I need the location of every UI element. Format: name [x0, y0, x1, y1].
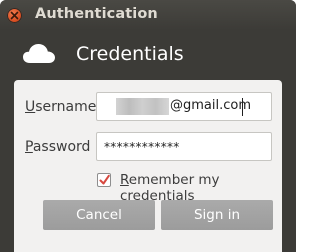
- close-icon: [10, 11, 19, 20]
- username-input[interactable]: @gmail.com: [96, 92, 272, 121]
- username-value: @gmail.com: [170, 98, 252, 113]
- dialog-heading: Credentials: [76, 43, 184, 65]
- cancel-button[interactable]: Cancel: [43, 200, 155, 230]
- window-title: Authentication: [35, 6, 158, 22]
- password-label-text: assword: [32, 139, 91, 155]
- titlebar[interactable]: Authentication: [0, 0, 296, 30]
- credentials-form: Username @gmail.com Password ***********…: [14, 80, 282, 252]
- password-input[interactable]: ************: [96, 132, 272, 161]
- username-accesskey: U: [25, 99, 36, 115]
- checkmark-icon: [99, 174, 110, 185]
- remember-checkbox[interactable]: [97, 173, 111, 187]
- username-label: Username: [25, 99, 96, 115]
- password-label: Password: [25, 139, 90, 155]
- auth-dialog: Authentication Credentials Username @gma…: [0, 0, 296, 252]
- password-value: ************: [104, 140, 180, 154]
- text-cursor: [242, 98, 243, 116]
- username-label-text: sername: [35, 99, 97, 115]
- sign-in-button[interactable]: Sign in: [161, 200, 273, 230]
- redacted-username-part: [116, 98, 169, 115]
- close-button[interactable]: [7, 8, 22, 23]
- password-accesskey: P: [25, 139, 33, 155]
- dialog-header: Credentials: [0, 30, 296, 80]
- remember-accesskey: R: [120, 172, 129, 188]
- cloud-icon: [23, 44, 55, 63]
